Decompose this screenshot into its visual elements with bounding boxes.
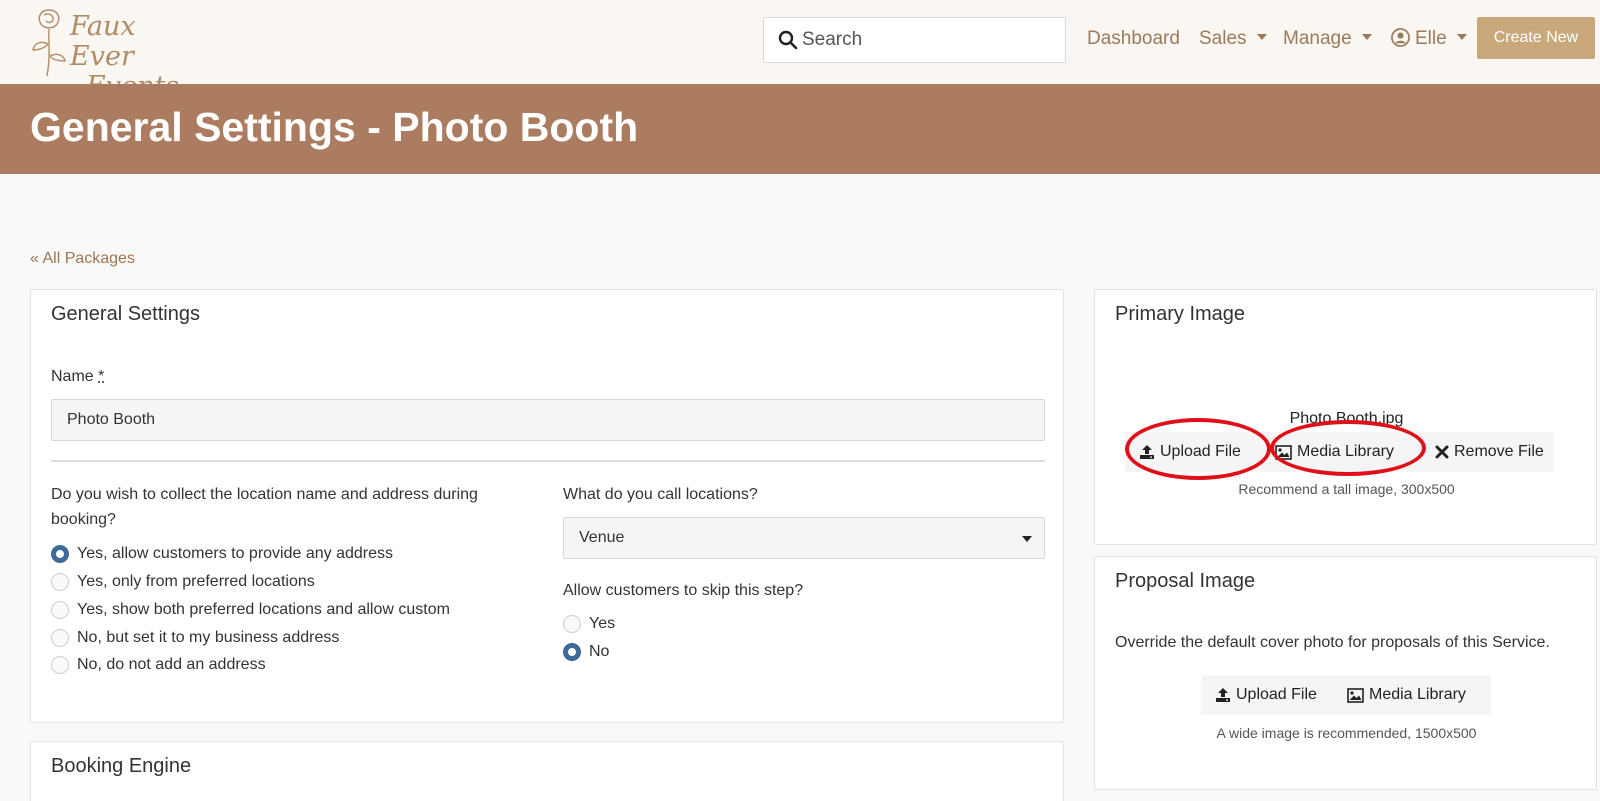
- brand-line-1: Faux Ever: [70, 11, 136, 72]
- skip-option-yes[interactable]: Yes: [563, 613, 615, 635]
- collect-option-any-address[interactable]: Yes, allow customers to provide any addr…: [51, 543, 393, 565]
- divider: [51, 460, 1045, 462]
- top-navbar: Faux Ever Events Dashboard Sales Manage …: [0, 0, 1600, 84]
- radio-label: No: [589, 643, 609, 661]
- all-packages-link[interactable]: « All Packages: [30, 250, 135, 268]
- collect-option-preferred[interactable]: Yes, only from preferred locations: [51, 571, 315, 593]
- image-icon: [1347, 688, 1364, 703]
- upload-file-label: Upload File: [1236, 686, 1317, 704]
- media-library-label: Media Library: [1297, 443, 1394, 461]
- collect-option-business-address[interactable]: No, but set it to my business address: [51, 627, 339, 649]
- user-avatar-icon: [1391, 28, 1410, 47]
- primary-image-card: Primary Image Photo Booth.jpg Upload Fil…: [1094, 289, 1597, 545]
- general-settings-title: General Settings: [51, 303, 200, 326]
- page-header: General Settings - Photo Booth: [0, 84, 1600, 174]
- proposal-image-title: Proposal Image: [1115, 570, 1255, 593]
- general-settings-card: General Settings Name * Do you wish to c…: [30, 289, 1064, 723]
- page-title: General Settings - Photo Booth: [30, 104, 638, 151]
- skip-step-label: Allow customers to skip this step?: [563, 578, 803, 603]
- brand-logo[interactable]: Faux Ever Events: [28, 4, 203, 80]
- radio-button[interactable]: [51, 573, 69, 591]
- primary-image-file-name: Photo Booth.jpg: [1095, 410, 1598, 428]
- chevron-down-icon: [1257, 34, 1267, 40]
- collect-option-no-address[interactable]: No, do not add an address: [51, 654, 266, 676]
- primary-image-title: Primary Image: [1115, 303, 1245, 326]
- chevron-down-icon: [1362, 34, 1372, 40]
- media-library-label: Media Library: [1369, 686, 1466, 704]
- nav-manage[interactable]: Manage: [1283, 28, 1372, 50]
- primary-image-hint: Recommend a tall image, 300x500: [1095, 481, 1598, 497]
- locations-label: What do you call locations?: [563, 482, 758, 507]
- search-icon: [778, 30, 798, 50]
- upload-icon: [1215, 687, 1231, 703]
- upload-icon: [1139, 444, 1155, 460]
- nav-sales[interactable]: Sales: [1199, 28, 1267, 50]
- radio-label: Yes: [589, 615, 615, 633]
- radio-button[interactable]: [563, 643, 581, 661]
- primary-image-actions: Upload File Media Library Remove File: [1125, 432, 1554, 472]
- radio-label: Yes, allow customers to provide any addr…: [77, 545, 393, 563]
- remove-file-label: Remove File: [1454, 443, 1544, 461]
- locations-select-value: Venue: [579, 529, 624, 547]
- nav-sales-label: Sales: [1199, 28, 1247, 49]
- radio-button[interactable]: [51, 656, 69, 674]
- upload-file-button[interactable]: Upload File: [1215, 675, 1317, 715]
- rose-icon: [28, 6, 70, 80]
- search-box[interactable]: [763, 17, 1066, 63]
- name-label-text: Name: [51, 368, 94, 385]
- radio-button[interactable]: [51, 629, 69, 647]
- nav-user-menu[interactable]: Elle: [1391, 28, 1467, 50]
- radio-button[interactable]: [563, 615, 581, 633]
- create-new-button[interactable]: Create New: [1477, 17, 1595, 59]
- chevron-down-icon: [1457, 34, 1467, 40]
- radio-button[interactable]: [51, 545, 69, 563]
- radio-label: No, but set it to my business address: [77, 629, 339, 647]
- booking-engine-card: Booking Engine: [30, 741, 1064, 801]
- proposal-image-card: Proposal Image Override the default cove…: [1094, 556, 1597, 790]
- nav-user-label: Elle: [1415, 28, 1447, 49]
- nav-dashboard[interactable]: Dashboard: [1087, 28, 1180, 50]
- name-label: Name *: [51, 364, 104, 389]
- collect-location-question: Do you wish to collect the location name…: [51, 482, 521, 532]
- name-input[interactable]: [51, 399, 1045, 441]
- proposal-image-actions: Upload File Media Library: [1201, 675, 1491, 715]
- radio-label: Yes, show both preferred locations and a…: [77, 601, 450, 619]
- nav-manage-label: Manage: [1283, 28, 1352, 49]
- image-icon: [1275, 445, 1292, 460]
- media-library-button[interactable]: Media Library: [1275, 432, 1394, 472]
- required-mark: *: [98, 368, 104, 385]
- caret-down-icon: [1022, 536, 1032, 542]
- skip-option-no[interactable]: No: [563, 641, 609, 663]
- radio-button[interactable]: [51, 601, 69, 619]
- media-library-button[interactable]: Media Library: [1347, 675, 1466, 715]
- remove-file-button[interactable]: Remove File: [1435, 432, 1544, 472]
- upload-file-label: Upload File: [1160, 443, 1241, 461]
- booking-engine-title: Booking Engine: [51, 755, 191, 778]
- upload-file-button[interactable]: Upload File: [1139, 432, 1241, 472]
- locations-select[interactable]: Venue: [563, 517, 1045, 559]
- close-icon: [1435, 445, 1449, 459]
- proposal-image-hint: A wide image is recommended, 1500x500: [1095, 725, 1598, 741]
- proposal-image-description: Override the default cover photo for pro…: [1115, 634, 1550, 652]
- search-input[interactable]: [802, 26, 1052, 54]
- radio-label: No, do not add an address: [77, 656, 266, 674]
- radio-label: Yes, only from preferred locations: [77, 573, 315, 591]
- collect-option-both[interactable]: Yes, show both preferred locations and a…: [51, 599, 450, 621]
